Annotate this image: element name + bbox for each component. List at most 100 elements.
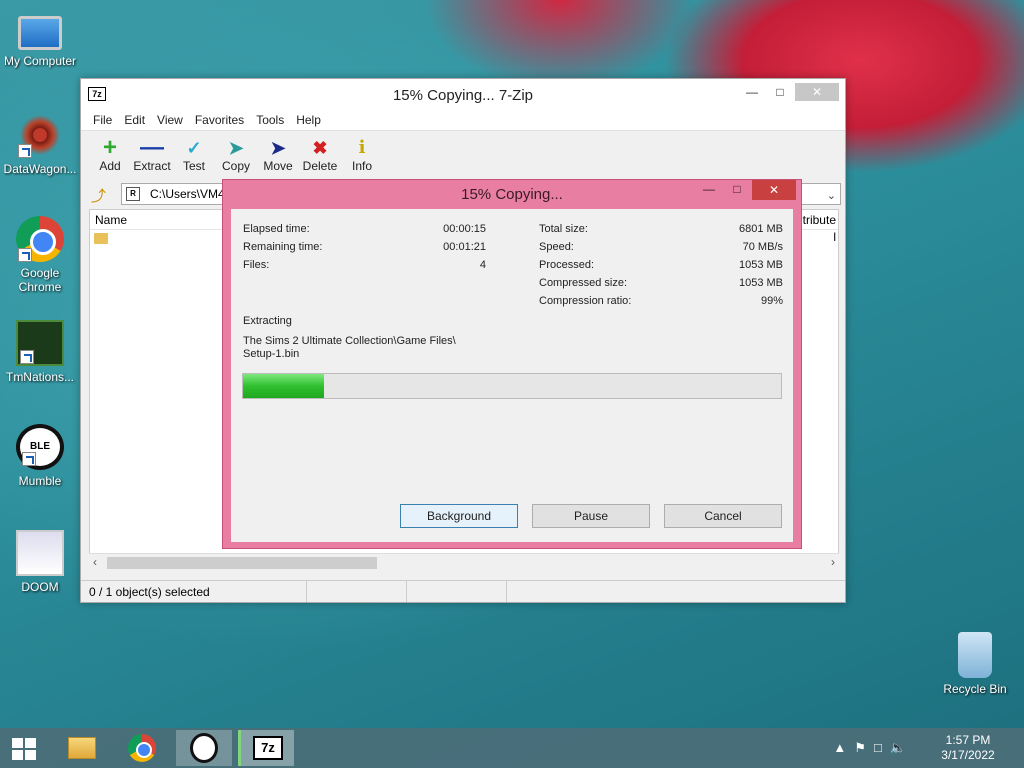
desktop-icon-label: DOOM: [21, 580, 59, 594]
dialog-maximize-button[interactable]: □: [724, 180, 750, 198]
files-value: 4: [479, 259, 486, 271]
desktop-icon-tmnations[interactable]: TmNations...: [0, 320, 80, 384]
progress-dialog: 15% Copying... — □ ✕ Elapsed time: 00:00…: [222, 179, 802, 549]
scroll-left-arrow[interactable]: ‹: [93, 555, 97, 569]
operation-label: Extracting: [243, 315, 292, 327]
menu-edit[interactable]: Edit: [118, 113, 151, 127]
desktop-icon-label: My Computer: [3, 54, 77, 68]
total-size-label: Total size:: [539, 223, 588, 235]
remaining-time-value: 00:01:21: [443, 241, 486, 253]
mumble-icon: [190, 733, 218, 763]
extract-label: Extract: [133, 159, 171, 173]
current-path: The Sims 2 Ultimate Collection\Game File…: [243, 335, 456, 347]
dialog-minimize-button[interactable]: —: [696, 180, 722, 198]
desktop-icon-my-computer[interactable]: My Computer: [0, 10, 80, 68]
file-explorer-icon: [68, 737, 96, 759]
move-label: Move: [263, 159, 293, 173]
delete-button[interactable]: ✖ Delete: [299, 137, 341, 173]
desktop-icon-label: Mumble: [18, 474, 62, 488]
computer-icon: [18, 16, 62, 50]
column-attributes[interactable]: tribute: [803, 210, 838, 229]
selection-status: 0 / 1 object(s) selected: [81, 581, 307, 602]
pause-button[interactable]: Pause: [532, 504, 650, 528]
progress-bar: [242, 373, 782, 399]
horizontal-scrollbar[interactable]: ‹ ›: [89, 553, 839, 571]
cancel-button[interactable]: Cancel: [664, 504, 782, 528]
desktop-icon-mumble[interactable]: Mumble: [0, 424, 80, 488]
up-folder-icon[interactable]: ⤴: [91, 185, 106, 206]
menu-view[interactable]: View: [151, 113, 189, 127]
speed-value: 70 MB/s: [742, 241, 783, 253]
desktop-icon-google-chrome[interactable]: Google Chrome: [0, 216, 80, 294]
info-label: Info: [351, 159, 372, 173]
extract-button[interactable]: — Extract: [131, 136, 173, 174]
volume-icon[interactable]: 🔈: [890, 740, 914, 755]
chevron-down-icon[interactable]: ⌄: [827, 186, 836, 206]
add-button[interactable]: + Add: [89, 136, 131, 174]
add-label: Add: [99, 159, 121, 173]
menu-tools[interactable]: Tools: [250, 113, 290, 127]
x-icon: ✖: [312, 138, 328, 158]
tmnations-icon: [16, 320, 64, 366]
window-title: 15% Copying... 7-Zip: [392, 87, 534, 104]
taskbar-mumble[interactable]: [176, 730, 232, 766]
compressed-size-value: 1053 MB: [738, 277, 783, 289]
processed-value: 1053 MB: [738, 259, 783, 271]
info-icon: i: [358, 137, 366, 158]
desktop-icon-label: DataWagon...: [3, 162, 77, 176]
maximize-button[interactable]: □: [767, 83, 793, 101]
menu-help[interactable]: Help: [290, 113, 327, 127]
dialog-title-bar[interactable]: 15% Copying... — □ ✕: [223, 180, 801, 208]
check-icon: ✓: [186, 138, 202, 158]
doom-icon: [16, 530, 64, 576]
desktop-icon-recycle-bin[interactable]: Recycle Bin: [935, 632, 1015, 696]
close-button[interactable]: ✕: [795, 83, 839, 101]
taskbar: 7z ▲⚑□🔈 1:57 PM 3/17/2022: [0, 728, 1024, 768]
menu-bar: File Edit View Favorites Tools Help: [81, 109, 845, 131]
menu-file[interactable]: File: [87, 113, 118, 127]
dialog-close-button[interactable]: ✕: [752, 180, 796, 200]
copy-label: Copy: [221, 159, 250, 173]
datawagon-icon: [16, 112, 64, 158]
copy-button[interactable]: ➤ Copy: [215, 137, 257, 173]
progress-bar-fill: [243, 374, 324, 398]
minimize-button[interactable]: —: [739, 83, 765, 101]
tray-icons: ▲⚑□🔈: [833, 740, 914, 756]
show-hidden-icons-chevron-icon[interactable]: ▲: [833, 740, 854, 755]
desktop-icon-doom[interactable]: DOOM: [0, 530, 80, 594]
clock-date: 3/17/2022: [941, 748, 995, 762]
mumble-icon: [16, 424, 64, 470]
move-button[interactable]: ➤ Move: [257, 137, 299, 173]
files-label: Files:: [243, 259, 270, 271]
test-button[interactable]: ✓ Test: [173, 137, 215, 173]
list-item-fragment: l: [833, 230, 836, 244]
taskbar-file-explorer[interactable]: [52, 730, 108, 766]
current-file: Setup-1.bin: [243, 348, 300, 360]
clock-time: 1:57 PM: [945, 733, 991, 747]
scroll-thumb[interactable]: [107, 557, 377, 569]
info-button[interactable]: i Info: [341, 137, 383, 173]
sevenzip-title-bar[interactable]: 7z 15% Copying... 7-Zip — □ ✕: [81, 79, 845, 109]
desktop-icon-datawagon[interactable]: DataWagon...: [0, 112, 80, 176]
test-label: Test: [182, 159, 205, 173]
status-bar: 0 / 1 object(s) selected: [81, 580, 845, 602]
taskbar-chrome[interactable]: [114, 730, 170, 766]
taskbar-7zip[interactable]: 7z: [238, 730, 294, 766]
toolbar: + Add — Extract ✓ Test ➤ Copy ➤ Move ✖ D…: [81, 131, 845, 179]
shortcut-arrow-icon: [18, 144, 32, 158]
menu-favorites[interactable]: Favorites: [189, 113, 250, 127]
recycle-bin-icon: [958, 632, 992, 678]
start-button[interactable]: [0, 730, 48, 766]
folder-icon: [94, 233, 108, 244]
shortcut-arrow-icon: [18, 248, 32, 262]
scroll-right-arrow[interactable]: ›: [831, 555, 835, 569]
clock[interactable]: 1:57 PM 3/17/2022: [928, 733, 1008, 763]
desktop-icon-label: Recycle Bin: [943, 682, 1007, 696]
network-icon[interactable]: □: [874, 740, 890, 755]
compression-ratio-value: 99%: [760, 295, 783, 307]
total-size-value: 6801 MB: [738, 223, 783, 235]
elapsed-time-label: Elapsed time:: [243, 223, 310, 235]
background-button[interactable]: Background: [400, 504, 518, 528]
action-center-flag-icon[interactable]: ⚑: [854, 740, 874, 755]
compression-ratio-label: Compression ratio:: [539, 295, 632, 307]
